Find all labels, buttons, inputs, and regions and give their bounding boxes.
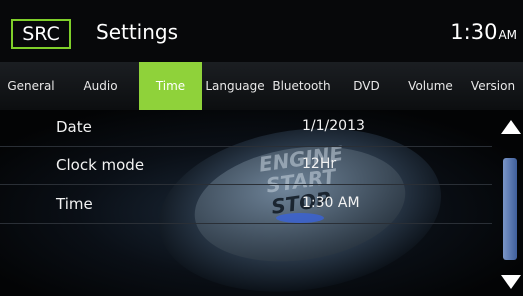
setting-value: 12Hr <box>302 156 337 172</box>
clock: 1:30AM <box>450 20 517 44</box>
tab-language[interactable]: Language <box>202 62 268 110</box>
tab-dvd[interactable]: DVD <box>335 62 398 110</box>
tab-audio[interactable]: Audio <box>62 62 139 110</box>
settings-content: ENGINE START STOP Date 1/1/2013 Clock mo… <box>0 110 523 296</box>
settings-tabs: General Audio Time Language Bluetooth DV… <box>0 62 523 110</box>
setting-value: 1:30 AM <box>302 195 360 211</box>
page-title: Settings <box>96 20 179 44</box>
tab-volume[interactable]: Volume <box>398 62 463 110</box>
scroll-down-icon[interactable] <box>501 275 521 289</box>
setting-label: Clock mode <box>56 156 145 174</box>
row-divider <box>0 146 492 147</box>
setting-value: 1/1/2013 <box>302 118 365 134</box>
clock-time: 1:30 <box>450 20 498 44</box>
setting-row-time[interactable]: Time 1:30 AM <box>0 187 490 223</box>
row-divider <box>0 184 492 185</box>
top-bar: SRC Settings 1:30AM <box>0 0 523 62</box>
tab-time[interactable]: Time <box>139 62 202 110</box>
clock-ampm: AM <box>498 28 517 42</box>
tab-general[interactable]: General <box>0 62 62 110</box>
setting-row-clock-mode[interactable]: Clock mode 12Hr <box>0 148 490 184</box>
setting-label: Date <box>56 118 92 136</box>
tab-version[interactable]: Version <box>463 62 523 110</box>
scrollbar[interactable] <box>503 158 517 260</box>
scroll-up-icon[interactable] <box>501 120 521 134</box>
tab-bluetooth[interactable]: Bluetooth <box>268 62 335 110</box>
setting-label: Time <box>56 195 93 213</box>
src-button[interactable]: SRC <box>11 19 71 49</box>
setting-row-date[interactable]: Date 1/1/2013 <box>0 110 490 146</box>
row-divider <box>0 223 492 224</box>
